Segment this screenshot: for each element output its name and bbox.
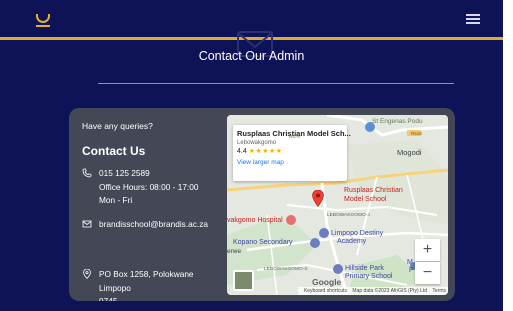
place-rating: 4.4 ★★★★★ — [237, 147, 343, 155]
map-label-kopano: Kopano Secondary — [233, 239, 293, 246]
scrollbar[interactable] — [503, 0, 513, 311]
phone-number[interactable]: 015 125 2589 — [99, 167, 198, 181]
address-line-1: PO Box 1258, Polokwane — [99, 269, 194, 279]
location-pin-icon — [83, 269, 91, 279]
divider — [98, 83, 454, 84]
address-line-2: Limpopo — [99, 282, 131, 293]
office-hours: Office Hours: 08:00 - 17:00 — [99, 181, 199, 192]
contact-card: Have any queries? Contact Us 015 125 258… — [69, 108, 455, 301]
map-label-lebowakgomo-j: LEBOWAKGOMO-J — [327, 213, 370, 218]
rating-value: 4.4 — [237, 148, 247, 155]
page-title: Contact Our Admin — [198, 49, 305, 63]
map-label-limpopo-destiny-1: Limpopo Destiny — [331, 230, 384, 237]
map-label-hillside-1: Hillside Park — [345, 265, 384, 272]
map-label-lebowakgomo-s: LEBOWAKGOMO-S — [264, 267, 308, 272]
map-label-r518: R518 — [411, 131, 422, 136]
menu-icon[interactable] — [466, 14, 480, 25]
map-label-p: P — [409, 267, 414, 274]
address-line-3: 0745 — [99, 296, 118, 301]
place-area: Lebowakgomo — [237, 140, 277, 146]
view-larger-map-link[interactable]: View larger map — [237, 159, 343, 166]
email-icon — [82, 220, 92, 228]
map-label-mogodi: Mogodi — [397, 148, 422, 157]
map-label-m: M — [407, 259, 413, 266]
map-data-text: Map data ©2023 AfriGIS (Pty) Ltd — [352, 288, 427, 294]
queries-label: Have any queries? — [82, 121, 153, 131]
map-embed[interactable]: Rusplaas Christian Model Sch... Lebowakg… — [227, 115, 448, 295]
map-label-rusplaas-1: Rusplaas Christian — [344, 187, 403, 194]
map-label-rusplaas-2: Model School — [344, 196, 387, 203]
contact-page: Contact Our Admin Have any queries? Cont… — [0, 0, 503, 311]
terms-link[interactable]: Terms — [432, 288, 446, 294]
satellite-toggle[interactable] — [233, 270, 254, 291]
map-pin-icon[interactable] — [312, 190, 324, 207]
map-label-r579: R579 — [289, 134, 300, 139]
contact-title: Contact Us — [82, 144, 146, 158]
zoom-out-button[interactable]: − — [415, 262, 440, 284]
keyboard-shortcuts-link[interactable]: Keyboard shortcuts — [304, 288, 347, 294]
map-label-hospital: vakgomo Hospital — [227, 217, 283, 224]
map-label-st-engenas: St Engenas Podu — [372, 118, 423, 125]
map-attribution: Keyboard shortcuts Map data ©2023 AfriGI… — [297, 287, 448, 295]
map-label-hillside-2: Primary School — [345, 273, 393, 280]
map-label-erwe: erwe — [227, 248, 242, 255]
rating-stars: ★★★★★ — [248, 148, 283, 155]
office-days: Mon - Fri — [99, 195, 133, 205]
map-label-limpopo-destiny-2: Academy — [337, 238, 367, 245]
logo-icon[interactable] — [36, 14, 50, 28]
email-address[interactable]: brandisschool@brandis.ac.za — [99, 218, 208, 232]
phone-icon — [82, 168, 92, 178]
google-logo: Google — [312, 277, 342, 287]
zoom-in-button[interactable]: + — [415, 239, 440, 261]
